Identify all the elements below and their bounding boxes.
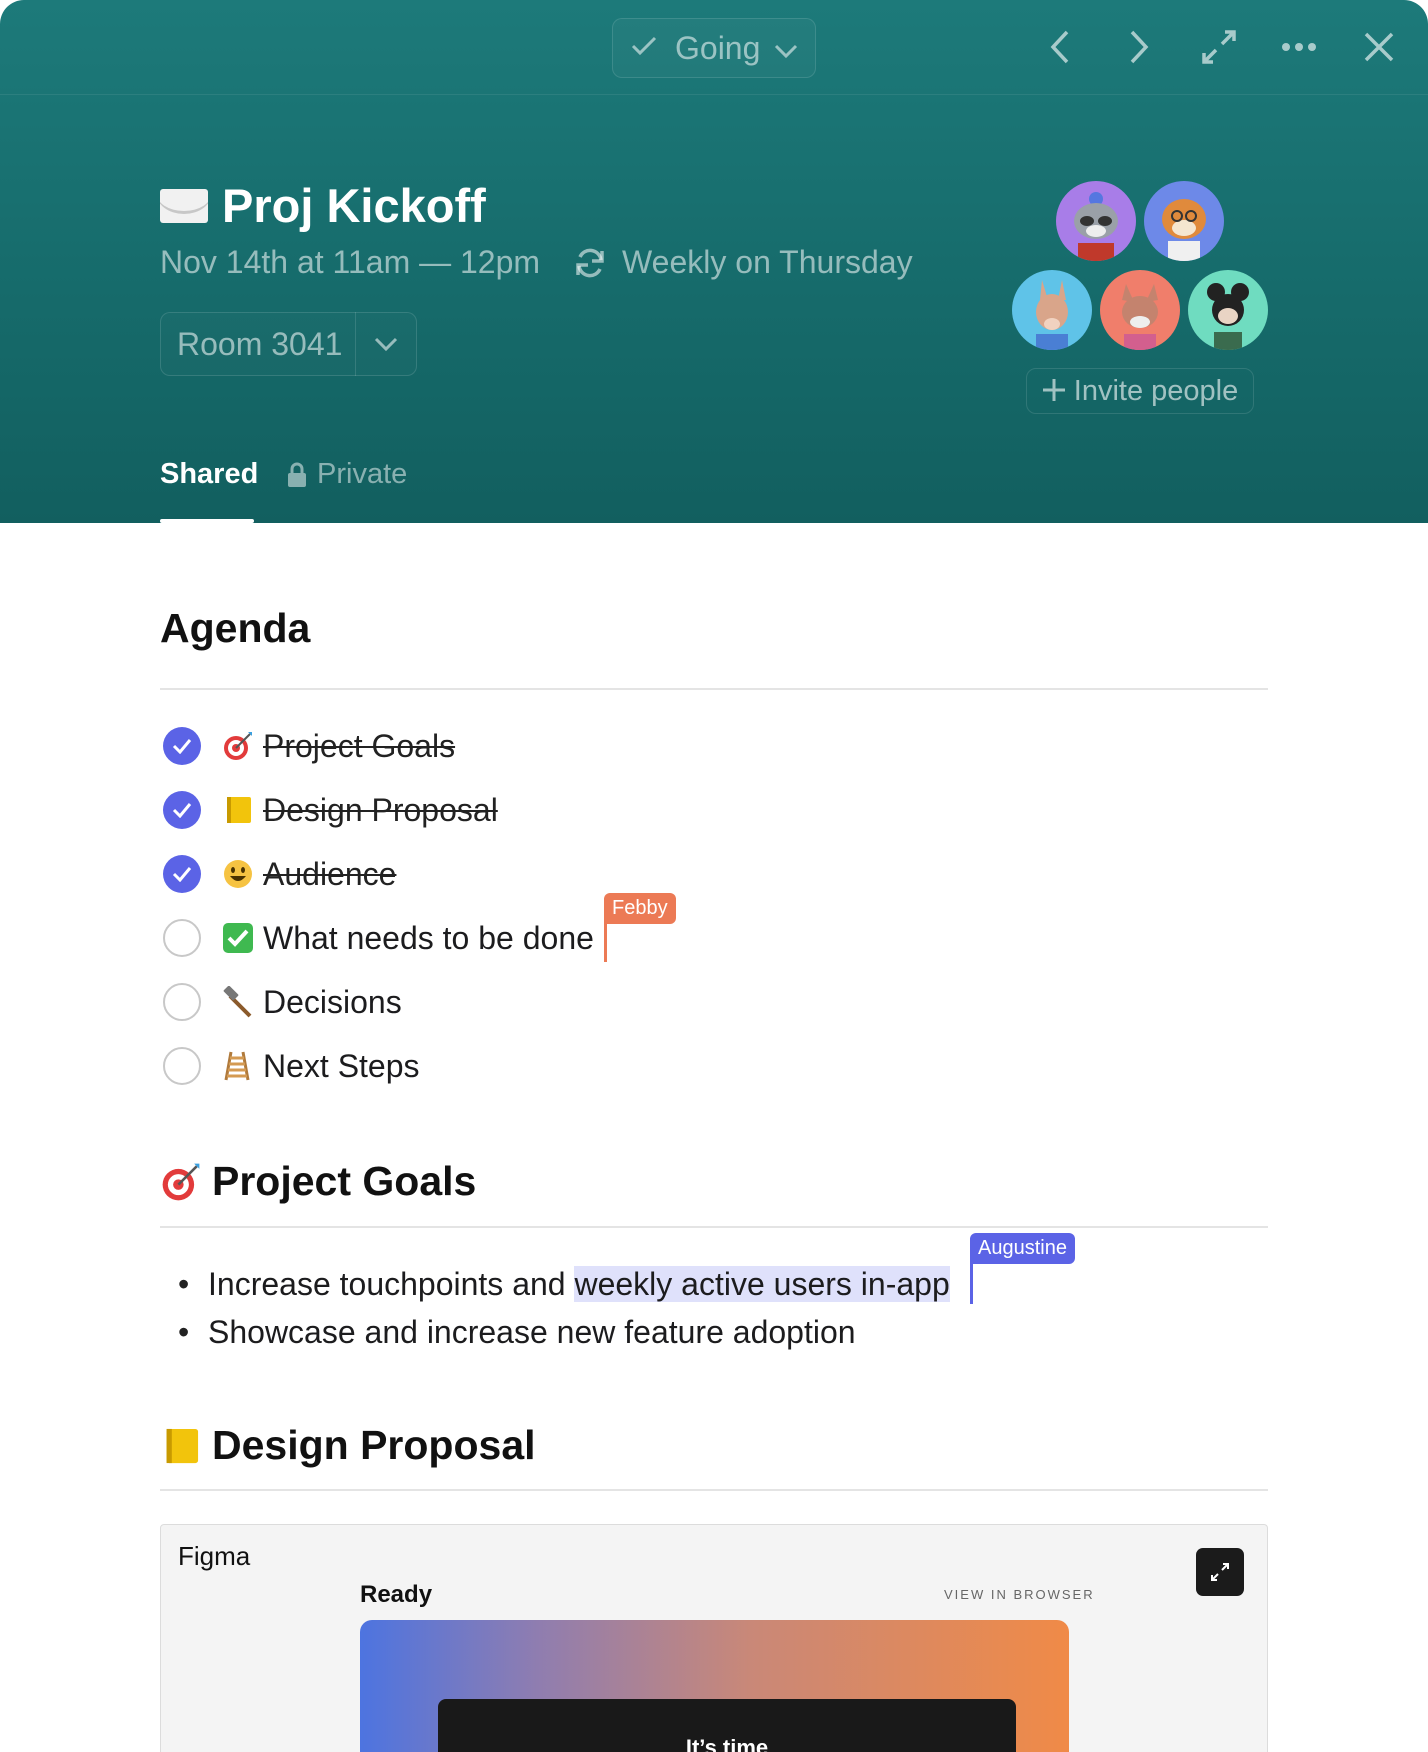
- agenda-item-label[interactable]: Next Steps: [263, 1048, 420, 1085]
- expand-embed-button[interactable]: [1196, 1548, 1244, 1596]
- list-item[interactable]: Increase touchpoints and weekly active u…: [208, 1266, 950, 1303]
- event-datetime[interactable]: Nov 14th at 11am — 12pm: [160, 244, 540, 281]
- event-title[interactable]: Proj Kickoff: [222, 178, 486, 233]
- recurrence-label: Weekly on Thursday: [622, 244, 913, 280]
- avatar-mouse[interactable]: [1188, 270, 1268, 350]
- bullet-marker: •: [178, 1266, 190, 1302]
- checkbox-unchecked[interactable]: [163, 983, 201, 1021]
- avatar-raccoon[interactable]: [1056, 181, 1136, 261]
- divider: [160, 688, 1268, 690]
- avatar-kangaroo[interactable]: [1012, 270, 1092, 350]
- checkbox-checked[interactable]: [163, 727, 201, 765]
- agenda-item: What needs to be done: [163, 916, 594, 960]
- agenda-item-label[interactable]: Project Goals: [263, 728, 455, 765]
- project-goals-heading: Project Goals: [160, 1158, 476, 1205]
- divider: [160, 1489, 1268, 1491]
- agenda-item: Next Steps: [163, 1044, 420, 1088]
- agenda-item-label[interactable]: Decisions: [263, 984, 402, 1021]
- collaborator-cursor: [970, 1258, 973, 1304]
- agenda-item-label[interactable]: What needs to be done: [263, 920, 594, 957]
- dart-icon: [160, 1161, 202, 1203]
- event-window: Going Proj Kickoff Nov 14th at 11am — 12…: [0, 0, 1428, 1752]
- collaborator-cursor-label: Augustine: [970, 1233, 1075, 1264]
- agenda-heading: Agenda: [160, 605, 311, 651]
- notebook-icon: [160, 1425, 202, 1467]
- tab-private[interactable]: Private: [287, 458, 407, 491]
- frame-title: Ready: [360, 1581, 433, 1608]
- figma-embed[interactable]: Figma Ready VIEW IN BROWSER It’s time: [160, 1524, 1268, 1752]
- invite-people-button[interactable]: Invite people: [1026, 368, 1254, 414]
- envelope-icon: [160, 188, 208, 223]
- avatar-fox[interactable]: [1100, 270, 1180, 350]
- tab-private-label: Private: [317, 458, 408, 490]
- ladder-icon: [221, 1049, 255, 1083]
- check-icon: [631, 32, 657, 64]
- checkbox-checked[interactable]: [163, 855, 201, 893]
- highlighted-text: weekly active users in-app: [574, 1266, 950, 1302]
- invite-label: Invite people: [1073, 374, 1239, 407]
- smiley-icon: [221, 857, 255, 891]
- checkbox-checked[interactable]: [163, 791, 201, 829]
- view-in-browser-link[interactable]: VIEW IN BROWSER: [944, 1587, 1095, 1602]
- event-header: Going Proj Kickoff Nov 14th at 11am — 12…: [0, 0, 1428, 523]
- event-meta: Nov 14th at 11am — 12pm Weekly on Thursd…: [160, 244, 913, 281]
- bullet-marker: •: [178, 1314, 190, 1350]
- preview-card: It’s time: [438, 1699, 1016, 1752]
- recurrence[interactable]: Weekly on Thursday: [574, 244, 913, 281]
- agenda-item: Project Goals: [163, 724, 455, 768]
- plus-icon: [1042, 372, 1066, 411]
- agenda-item-label[interactable]: Design Proposal: [263, 792, 498, 829]
- expand-icon[interactable]: [1196, 24, 1242, 70]
- heading-text: Design Proposal: [212, 1422, 536, 1468]
- chevron-down-icon: [774, 30, 798, 67]
- rsvp-dropdown[interactable]: Going: [612, 18, 816, 78]
- embed-source-label: Figma: [178, 1541, 251, 1571]
- chevron-left-icon[interactable]: [1037, 24, 1083, 70]
- heading-text: Project Goals: [212, 1158, 477, 1204]
- collaborator-cursor-label: Febby: [604, 893, 676, 924]
- agenda-item-label[interactable]: Audience: [263, 856, 396, 893]
- location-label: Room 3041: [177, 325, 343, 362]
- chevron-right-icon[interactable]: [1116, 24, 1162, 70]
- design-preview[interactable]: It’s time: [360, 1620, 1069, 1752]
- active-tab-indicator: [160, 519, 254, 523]
- event-title-row: Proj Kickoff: [160, 178, 486, 233]
- hammer-icon: [221, 985, 255, 1019]
- checkmark-icon: [221, 921, 255, 955]
- checkbox-unchecked[interactable]: [163, 919, 201, 957]
- agenda-item: Design Proposal: [163, 788, 498, 832]
- chevron-down-icon[interactable]: [356, 336, 416, 352]
- avatar-tiger[interactable]: [1144, 181, 1224, 261]
- list-item-text: Increase touchpoints and: [208, 1266, 575, 1302]
- design-proposal-heading: Design Proposal: [160, 1422, 536, 1469]
- lock-icon: [288, 462, 306, 487]
- repeat-icon: [576, 248, 604, 277]
- more-icon[interactable]: [1276, 24, 1322, 70]
- agenda-item: Decisions: [163, 980, 402, 1024]
- dart-icon: [221, 729, 255, 763]
- tab-shared[interactable]: Shared: [160, 458, 258, 491]
- checkbox-unchecked[interactable]: [163, 1047, 201, 1085]
- close-icon[interactable]: [1356, 24, 1402, 70]
- preview-text: It’s time: [685, 1735, 769, 1752]
- divider: [160, 1226, 1268, 1228]
- list-item[interactable]: Showcase and increase new feature adopti…: [208, 1314, 856, 1351]
- expand-icon: [1211, 1563, 1229, 1581]
- agenda-item: Audience: [163, 852, 396, 896]
- topbar-divider: [0, 94, 1428, 95]
- collaborator-cursor: [604, 918, 607, 962]
- notebook-icon: [221, 793, 255, 827]
- location-dropdown[interactable]: Room 3041: [160, 312, 417, 376]
- rsvp-label: Going: [675, 29, 761, 66]
